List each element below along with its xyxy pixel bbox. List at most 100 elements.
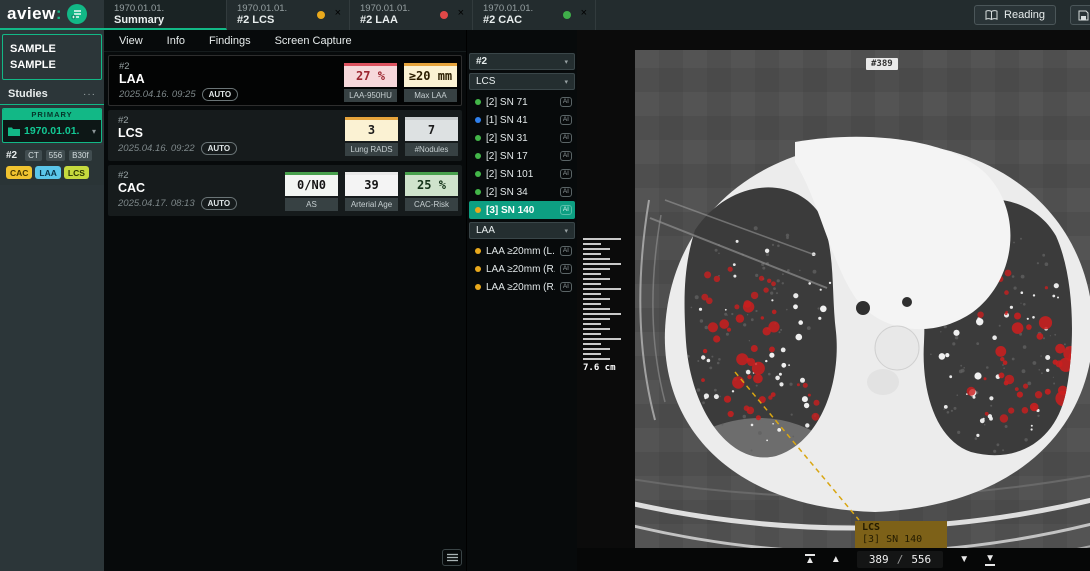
- study-card[interactable]: PRIMARY 1970.01.01. ▾: [2, 108, 102, 143]
- tile-label: #Nodules: [405, 143, 458, 156]
- series-select[interactable]: #2▾: [469, 53, 575, 70]
- menu-findings[interactable]: Findings: [209, 35, 251, 47]
- tile-nodules: 7 #Nodules: [405, 117, 458, 156]
- card-laa[interactable]: #2 LAA 2025.04.16. 09:25 AUTO 27 % LAA-9…: [108, 55, 462, 106]
- tile-as: 0/N0 AS: [285, 172, 338, 211]
- reading-button[interactable]: Reading: [974, 5, 1056, 25]
- studies-menu-icon[interactable]: ···: [83, 89, 96, 100]
- slice-count-tag: 556: [46, 150, 65, 161]
- ct-slice-image[interactable]: [635, 50, 1090, 548]
- finding-item[interactable]: [2] SN 17 AI: [469, 147, 575, 165]
- laa-group-select[interactable]: LAA▾: [469, 222, 575, 239]
- card-lcs[interactable]: #2 LCS 2025.04.16. 09:22 AUTO 3 Lung RAD…: [108, 110, 462, 161]
- tile-value: 27 %: [344, 63, 397, 87]
- close-icon[interactable]: ×: [458, 8, 464, 19]
- first-slice-button[interactable]: ▲: [805, 554, 815, 566]
- ai-badge: AI: [560, 282, 572, 292]
- tab-bar: 1970.01.01. Summary 1970.01.01. #2 LCS ×…: [104, 0, 596, 30]
- finding-item[interactable]: LAA ≥20mm (R... AI: [469, 278, 575, 296]
- tab-lcs[interactable]: 1970.01.01. #2 LCS ×: [227, 0, 350, 30]
- annotation-module: LCS: [862, 522, 940, 534]
- ai-badge: AI: [560, 205, 572, 215]
- ai-badge: AI: [560, 187, 572, 197]
- finding-dot: [475, 99, 481, 105]
- card-cac[interactable]: #2 CAC 2025.04.17. 08:13 AUTO 0/N0 AS 39…: [108, 165, 462, 216]
- finding-annotation-label[interactable]: LCS [3] SN 140: [855, 521, 947, 548]
- finding-item[interactable]: [2] SN 71 AI: [469, 93, 575, 111]
- close-icon[interactable]: ×: [581, 8, 587, 19]
- ai-badge: AI: [560, 115, 572, 125]
- card-name: LAA: [119, 72, 294, 86]
- sidebar: SAMPLE SAMPLE Studies ··· PRIMARY 1970.0…: [0, 30, 104, 571]
- tab-cac[interactable]: 1970.01.01. #2 CAC ×: [473, 0, 596, 30]
- menu-screen-capture[interactable]: Screen Capture: [275, 35, 352, 47]
- result-tiles: 0/N0 AS 39 Arterial Age 25 % CAC-Risk: [285, 170, 458, 211]
- card-date: 2025.04.16. 09:25: [119, 89, 196, 100]
- book-icon: [985, 10, 998, 21]
- finding-dot: [475, 135, 481, 141]
- finding-item[interactable]: LAA ≥20mm (R... AI: [469, 260, 575, 278]
- studies-header: Studies ···: [0, 86, 104, 105]
- finding-label: [2] SN 17: [486, 151, 555, 162]
- menu-view[interactable]: View: [119, 35, 143, 47]
- card-info: #2 LCS 2025.04.16. 09:22 AUTO: [118, 115, 293, 156]
- close-icon[interactable]: ×: [335, 8, 341, 19]
- save-button[interactable]: [1070, 5, 1090, 25]
- tile-label: Arterial Age: [345, 198, 398, 211]
- ai-badge: AI: [560, 133, 572, 143]
- last-slice-button[interactable]: ▼: [985, 554, 995, 566]
- card-date: 2025.04.16. 09:22: [118, 143, 195, 154]
- tile-value: 0/N0: [285, 172, 338, 196]
- save-icon: [1078, 10, 1089, 21]
- finding-label: [2] SN 34: [486, 187, 555, 198]
- previous-slice-button[interactable]: ▲: [831, 555, 841, 565]
- finding-dot: [475, 117, 481, 123]
- slice-separator: /: [897, 553, 904, 566]
- logo-list-icon: [67, 4, 87, 24]
- result-tiles: 3 Lung RADS 7 #Nodules: [345, 115, 458, 156]
- tab-summary[interactable]: 1970.01.01. Summary: [104, 0, 227, 30]
- study-name: 1970.01.01.: [24, 125, 79, 137]
- ai-badge: AI: [560, 169, 572, 179]
- lcs-badge: LCS: [64, 166, 89, 179]
- modality-tag: CT: [25, 150, 42, 161]
- menu-info[interactable]: Info: [167, 35, 185, 47]
- tile-lungrads: 3 Lung RADS: [345, 117, 398, 156]
- study-row[interactable]: 1970.01.01. ▾: [3, 120, 101, 142]
- primary-badge: PRIMARY: [3, 109, 101, 120]
- chevron-down-icon: ▾: [564, 58, 568, 66]
- chevron-down-icon[interactable]: ▾: [92, 127, 96, 136]
- finding-item[interactable]: [1] SN 41 AI: [469, 111, 575, 129]
- finding-dot: [475, 248, 481, 254]
- ct-viewer: #389 7.6 cm LCS [3] SN 140 ▲ ▲ 389 / 556…: [577, 30, 1090, 571]
- ruler-scale-label: 7.6 cm: [583, 363, 616, 373]
- finding-dot: [475, 153, 481, 159]
- finding-dot: [475, 189, 481, 195]
- status-dot: [440, 11, 448, 19]
- series-id: #2: [6, 150, 17, 161]
- folder-icon: [8, 126, 20, 136]
- tile-label: AS: [285, 198, 338, 211]
- layout-list-button[interactable]: [442, 549, 462, 566]
- finding-item-selected[interactable]: [3] SN 140 AI: [469, 201, 575, 219]
- finding-dot: [475, 171, 481, 177]
- finding-item[interactable]: [2] SN 31 AI: [469, 129, 575, 147]
- lcs-group-select[interactable]: LCS▾: [469, 73, 575, 90]
- current-slice: 389: [869, 553, 889, 566]
- finding-item[interactable]: [2] SN 34 AI: [469, 183, 575, 201]
- finding-item[interactable]: [2] SN 101 AI: [469, 165, 575, 183]
- tab-label: #2 LCS: [237, 14, 341, 27]
- patient-item[interactable]: SAMPLE SAMPLE: [2, 34, 102, 80]
- finding-item[interactable]: LAA ≥20mm (L... AI: [469, 242, 575, 260]
- ai-badge: AI: [560, 246, 572, 256]
- next-slice-button[interactable]: ▼: [959, 555, 969, 565]
- finding-label: [2] SN 71: [486, 97, 555, 108]
- tab-label: Summary: [114, 14, 218, 27]
- series-row[interactable]: #2 CT 556 B30f: [6, 150, 98, 161]
- tile-maxlaa: ≥20 mm Max LAA: [404, 63, 457, 100]
- finding-dot: [475, 284, 481, 290]
- card-series-id: #2: [119, 61, 294, 72]
- tab-laa[interactable]: 1970.01.01. #2 LAA ×: [350, 0, 473, 30]
- patient-name: SAMPLE: [10, 41, 94, 57]
- tile-label: Lung RADS: [345, 143, 398, 156]
